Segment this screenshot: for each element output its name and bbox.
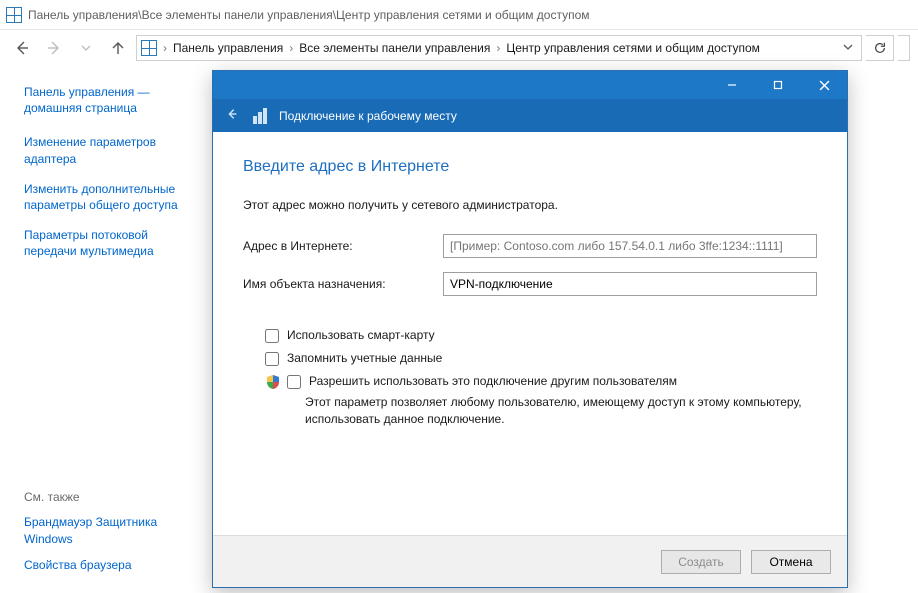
share-connection-checkbox-label: Разрешить использовать это подключение д… — [309, 374, 677, 388]
dialog-maximize-button[interactable] — [755, 71, 801, 99]
arrow-left-icon — [225, 107, 239, 121]
nav-history-dropdown[interactable] — [72, 34, 100, 62]
remember-checkbox-label: Запомнить учетные данные — [287, 351, 442, 365]
cancel-button[interactable]: Отмена — [751, 550, 831, 574]
arrow-left-icon — [14, 40, 30, 56]
maximize-icon — [773, 80, 783, 90]
see-also-link-internet-options[interactable]: Свойства браузера — [24, 557, 197, 573]
dialog-footer: Создать Отмена — [213, 535, 847, 587]
window-titlebar: Панель управления\Все элементы панели уп… — [0, 0, 918, 30]
dialog-subtext: Этот адрес можно получить у сетевого адм… — [243, 198, 817, 212]
sidebar-link-adapter-settings[interactable]: Изменение параметров адаптера — [24, 134, 197, 166]
sidebar-link-advanced-sharing[interactable]: Изменить дополнительные параметры общего… — [24, 181, 197, 213]
internet-address-label: Адрес в Интернете: — [243, 239, 443, 253]
dialog-minimize-button[interactable] — [709, 71, 755, 99]
breadcrumb-sep: › — [287, 41, 295, 55]
address-bar[interactable]: › Панель управления › Все элементы панел… — [136, 35, 862, 61]
share-connection-checkbox[interactable] — [287, 375, 301, 389]
dialog-body: Введите адрес в Интернете Этот адрес мож… — [213, 132, 847, 535]
search-field-partial[interactable] — [898, 35, 910, 61]
nav-row: › Панель управления › Все элементы панел… — [0, 30, 918, 66]
share-connection-checkbox-row[interactable]: Разрешить использовать это подключение д… — [287, 374, 677, 389]
remember-checkbox-row[interactable]: Запомнить учетные данные — [265, 351, 817, 366]
sidebar: Панель управления — домашняя страница Из… — [0, 66, 209, 593]
refresh-button[interactable] — [866, 35, 894, 61]
address-dropdown[interactable] — [839, 41, 857, 55]
sidebar-home-link[interactable]: Панель управления — домашняя страница — [24, 84, 197, 116]
minimize-icon — [727, 80, 737, 90]
connect-workplace-dialog: Подключение к рабочему месту Введите адр… — [212, 70, 848, 588]
dialog-titlebar — [213, 71, 847, 99]
arrow-up-icon — [110, 40, 126, 56]
sidebar-link-media-streaming[interactable]: Параметры потоковой передачи мультимедиа — [24, 227, 197, 259]
dialog-header-title: Подключение к рабочему месту — [279, 109, 457, 123]
dialog-back-button[interactable] — [221, 107, 243, 124]
uac-shield-icon — [265, 374, 281, 390]
internet-address-input[interactable] — [443, 234, 817, 258]
nav-forward-button[interactable] — [40, 34, 68, 62]
destination-name-input[interactable] — [443, 272, 817, 296]
control-panel-icon — [6, 7, 22, 23]
breadcrumb-item[interactable]: Центр управления сетями и общим доступом — [506, 41, 760, 55]
destination-name-label: Имя объекта назначения: — [243, 277, 443, 291]
remember-credentials-checkbox[interactable] — [265, 352, 279, 366]
close-icon — [819, 80, 830, 91]
dialog-header: Подключение к рабочему месту — [213, 99, 847, 132]
window-title: Панель управления\Все элементы панели уп… — [28, 8, 590, 22]
see-also-heading: См. также — [24, 490, 197, 504]
control-panel-icon — [141, 40, 157, 56]
refresh-icon — [873, 41, 887, 55]
breadcrumb-sep: › — [494, 41, 502, 55]
arrow-right-icon — [46, 40, 62, 56]
smartcard-checkbox-label: Использовать смарт-карту — [287, 328, 435, 342]
breadcrumb-item[interactable]: Панель управления — [173, 41, 283, 55]
breadcrumb-sep: › — [161, 41, 169, 55]
workplace-icon — [253, 108, 269, 124]
smartcard-checkbox[interactable] — [265, 329, 279, 343]
nav-back-button[interactable] — [8, 34, 36, 62]
chevron-down-icon — [843, 42, 853, 52]
dialog-close-button[interactable] — [801, 71, 847, 99]
see-also-link-firewall[interactable]: Брандмауэр Защитника Windows — [24, 514, 197, 546]
dialog-heading: Введите адрес в Интернете — [243, 158, 817, 176]
create-button[interactable]: Создать — [661, 550, 741, 574]
nav-up-button[interactable] — [104, 34, 132, 62]
share-connection-description: Этот параметр позволяет любому пользоват… — [305, 394, 817, 428]
breadcrumb-item[interactable]: Все элементы панели управления — [299, 41, 490, 55]
chevron-down-icon — [81, 43, 91, 53]
smartcard-checkbox-row[interactable]: Использовать смарт-карту — [265, 328, 817, 343]
